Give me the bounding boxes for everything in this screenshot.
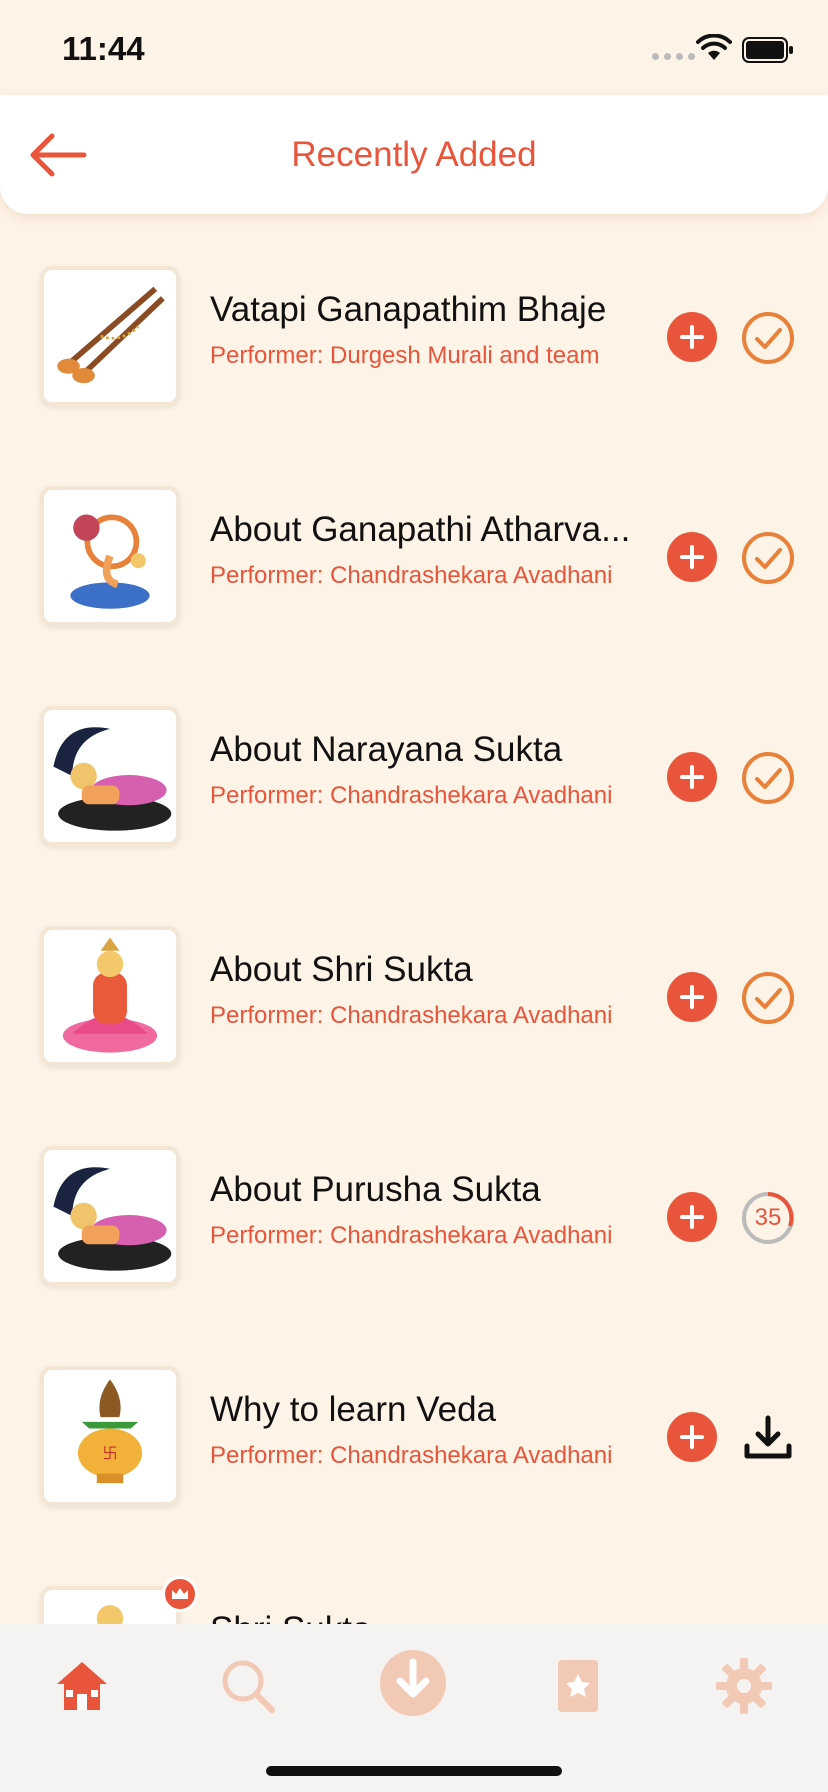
- list-item[interactable]: About Narayana Sukta Performer: Chandras…: [0, 654, 828, 874]
- track-title[interactable]: Why to learn Veda: [210, 1390, 640, 1430]
- track-thumbnail: [40, 266, 180, 406]
- cellular-signal-icon: [652, 53, 695, 60]
- premium-crown-icon: [162, 1576, 198, 1612]
- track-thumbnail: 卐: [40, 1366, 180, 1506]
- list-item[interactable]: About Shri Sukta Performer: Chandrasheka…: [0, 874, 828, 1094]
- downloaded-check-icon: [742, 312, 794, 364]
- narayana-image: [53, 727, 172, 831]
- svg-text:卐: 卐: [102, 1445, 117, 1463]
- track-thumbnail: [40, 706, 180, 846]
- lakshmi-image: [62, 937, 158, 1053]
- track-title[interactable]: Shri Sukta: [210, 1610, 640, 1624]
- kalasha-image: 卐: [77, 1379, 143, 1484]
- add-to-playlist-button[interactable]: [667, 972, 717, 1022]
- track-thumbnail: [40, 1586, 180, 1624]
- narayana-image: [53, 1167, 172, 1271]
- track-thumbnail: [40, 926, 180, 1066]
- status-bar: 11:44: [0, 0, 828, 95]
- add-to-playlist-button[interactable]: [667, 1412, 717, 1462]
- page-title: Recently Added: [291, 135, 537, 174]
- track-performer: Performer: Chandrashekara Avadhani: [210, 562, 613, 589]
- home-icon[interactable]: [52, 1656, 112, 1716]
- track-performer: Performer: Chandrashekara Avadhani: [210, 1442, 613, 1469]
- download-icon[interactable]: [740, 1410, 796, 1466]
- track-performer: Performer: Chandrashekara Avadhani: [210, 1002, 613, 1029]
- downloaded-check-icon: [742, 972, 794, 1024]
- track-thumbnail: [40, 1146, 180, 1286]
- track-performer: Performer: Chandrashekara Avadhani: [210, 782, 613, 809]
- search-icon[interactable]: [218, 1656, 278, 1716]
- downloaded-check-icon: [742, 752, 794, 804]
- add-to-playlist-button[interactable]: [667, 752, 717, 802]
- track-title[interactable]: About Ganapathi Atharva...: [210, 510, 640, 550]
- battery-icon: [742, 37, 793, 63]
- clock: 11:44: [62, 30, 145, 67]
- track-thumbnail: [40, 486, 180, 626]
- download-icon[interactable]: [378, 1648, 448, 1718]
- track-title[interactable]: About Shri Sukta: [210, 950, 640, 990]
- download-progress-value: 35: [754, 1204, 782, 1231]
- home-indicator[interactable]: [266, 1766, 562, 1776]
- track-performer: Performer: Durgesh Murali and team: [210, 342, 600, 369]
- add-to-playlist-button[interactable]: [667, 312, 717, 362]
- wifi-icon: [696, 34, 732, 60]
- ganapathi-image: [70, 514, 150, 609]
- track-performer: Performer: Chandrashekara Avadhani: [210, 1222, 613, 1249]
- recently-added-list[interactable]: Vatapi Ganapathim Bhaje Performer: Durge…: [0, 214, 828, 1624]
- list-item[interactable]: Shri Sukta: [0, 1534, 828, 1624]
- list-item[interactable]: Vatapi Ganapathim Bhaje Performer: Durge…: [0, 214, 828, 434]
- library-icon[interactable]: [548, 1656, 608, 1716]
- lakshmi-image: [96, 1605, 124, 1624]
- list-item[interactable]: About Purusha Sukta Performer: Chandrash…: [0, 1094, 828, 1314]
- downloaded-check-icon: [742, 532, 794, 584]
- track-title[interactable]: About Purusha Sukta: [210, 1170, 640, 1210]
- track-title[interactable]: About Narayana Sukta: [210, 730, 640, 770]
- list-item[interactable]: About Ganapathi Atharva... Performer: Ch…: [0, 434, 828, 654]
- list-item[interactable]: 卐 Why to learn Veda Performer: Chandrash…: [0, 1314, 828, 1534]
- track-title[interactable]: Vatapi Ganapathim Bhaje: [210, 290, 640, 330]
- gear-icon[interactable]: [714, 1656, 774, 1716]
- nav-header: Recently Added: [0, 95, 828, 214]
- add-to-playlist-button[interactable]: [667, 1192, 717, 1242]
- nadaswaram-image: [57, 286, 165, 384]
- add-to-playlist-button[interactable]: [667, 532, 717, 582]
